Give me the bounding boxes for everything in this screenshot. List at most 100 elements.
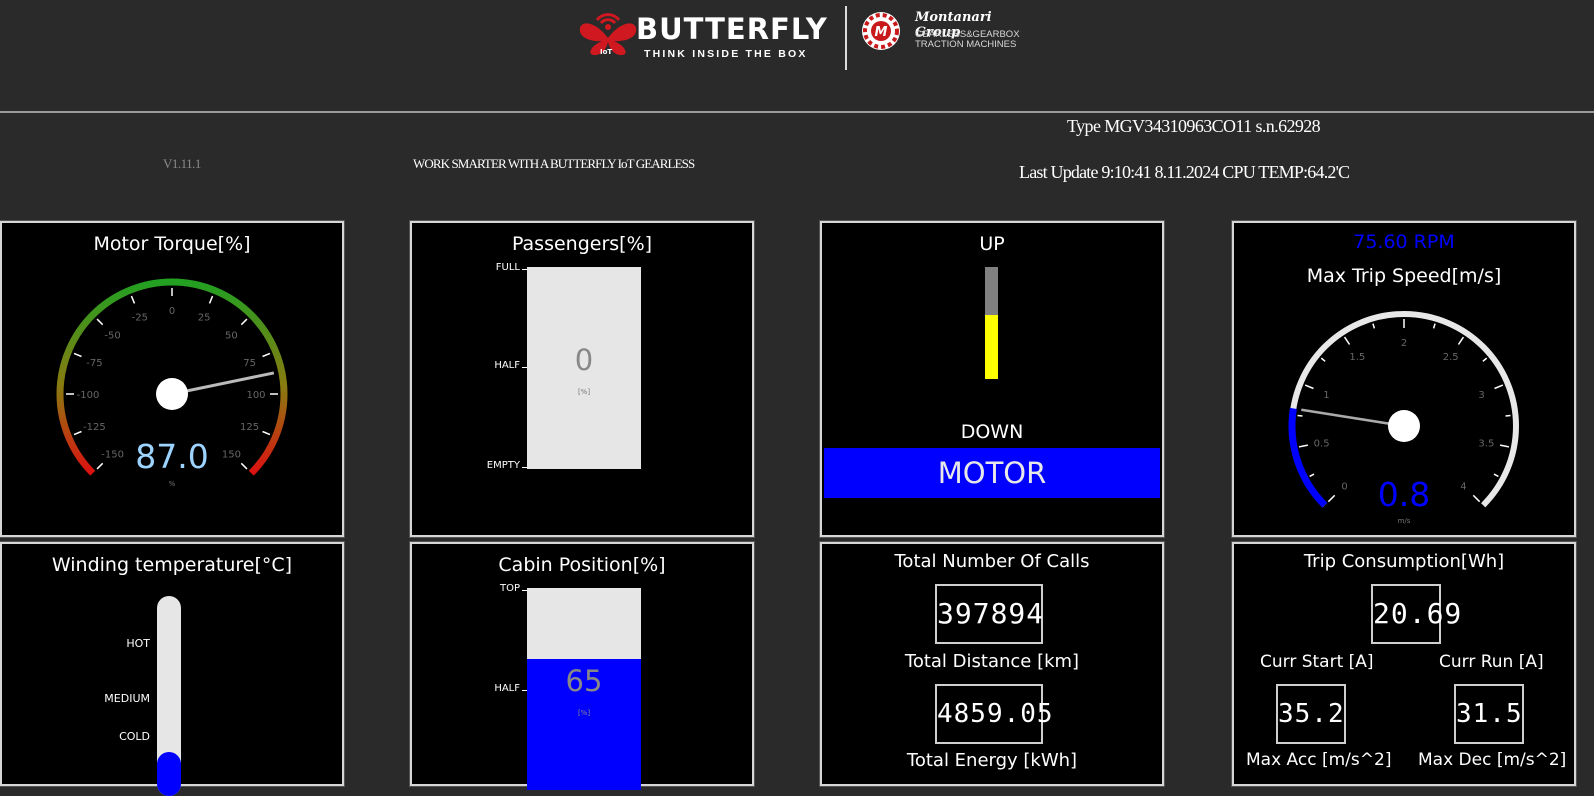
gauge-tick-label: 0 <box>169 306 175 317</box>
gauge-tick-label: 25 <box>198 312 211 323</box>
gauge-tick <box>1310 474 1314 476</box>
gauge-tick <box>210 296 213 303</box>
gauge-tick-label: -50 <box>104 331 120 342</box>
gauge-tick-label: 50 <box>225 331 238 342</box>
tick <box>522 367 527 368</box>
torque-value: 87.0 <box>122 437 222 476</box>
gauge-tick <box>1483 358 1487 361</box>
gauge-tick-label: 3 <box>1478 390 1484 401</box>
tagline-text: WORK SMARTER WITH A BUTTERFLY IoT GEARLE… <box>413 156 694 172</box>
gauge-tick-label: 4 <box>1460 481 1466 492</box>
speed-panel: 75.60 RPM Max Trip Speed[m/s] 00.511.522… <box>1232 221 1576 537</box>
gauge-tick-label: -100 <box>77 390 100 401</box>
calls-counter: 397894 <box>935 584 1043 644</box>
panel-title: Motor Torque[%] <box>2 233 342 255</box>
gauge-tick-label: 125 <box>240 422 259 433</box>
counters-panel: Total Number Of Calls 397894 Total Dista… <box>820 542 1164 786</box>
version-label: V1.11.1 <box>163 156 201 172</box>
temp-label-medium: MEDIUM <box>62 692 150 705</box>
curr-run-label: Curr Run [A] <box>1439 652 1544 672</box>
speed-unit: m/s <box>1354 517 1454 525</box>
passengers-panel: Passengers[%] 0 [%] FULL HALF EMPTY <box>410 221 754 537</box>
gauge-tick-label: 0 <box>1341 481 1347 492</box>
gauge-tick <box>1458 337 1463 344</box>
max-acc-label: Max Acc [m/s^2] <box>1246 750 1391 770</box>
gauge-tick <box>1299 445 1308 447</box>
gauge-tick <box>1328 495 1334 501</box>
calls-label: Total Number Of Calls <box>822 551 1162 572</box>
trip-consumption-counter: 20.69 <box>1371 584 1441 644</box>
direction-bar-fill <box>985 315 998 379</box>
panel-title: Cabin Position[%] <box>412 554 752 576</box>
curr-run-counter: 31.5 <box>1454 684 1524 744</box>
scale-label-half: HALF <box>472 683 520 694</box>
scale-label-top: TOP <box>472 583 520 594</box>
speed-value: 0.8 <box>1354 475 1454 514</box>
gauge-tick-label: -75 <box>86 358 102 369</box>
gauge-tick <box>1473 495 1479 501</box>
motor-torque-panel: Motor Torque[%] -150 -125 -100 -75 -50 -25 0 25… <box>0 221 344 537</box>
gauge-tick-label: -150 <box>101 449 124 460</box>
brand-divider <box>845 6 847 70</box>
iot-badge: IoT <box>600 48 612 56</box>
direction-panel: UP DOWN MOTOR <box>820 221 1164 537</box>
max-dec-label: Max Dec [m/s^2] <box>1418 750 1566 770</box>
winding-temperature-panel: Winding temperature[°C] HOT MEDIUM COLD <box>0 542 344 786</box>
rpm-readout: 75.60 RPM <box>1234 231 1574 253</box>
tick <box>522 590 527 591</box>
thermometer <box>157 596 181 796</box>
trip-consumption-panel: Trip Consumption[Wh] 20.69 Curr Start [A… <box>1232 542 1576 786</box>
gauge-tick <box>1495 385 1503 388</box>
scale-label-empty: EMPTY <box>462 460 520 471</box>
tick <box>522 467 527 468</box>
gauge-hub <box>156 378 188 410</box>
gauge-tick <box>97 463 103 469</box>
gauge-tick <box>1373 324 1374 329</box>
partner-line2: TRACTION MACHINES <box>915 40 1016 50</box>
cabin-position-panel: Cabin Position[%] 65 [%] TOP HALF <box>410 542 754 786</box>
montanari-emblem-icon: M <box>860 10 902 52</box>
gauge-tick-label: 150 <box>222 449 241 460</box>
gauge-tick <box>1434 324 1435 329</box>
gauge-tick <box>1345 337 1350 344</box>
header-divider <box>0 111 1594 113</box>
gauge-tick-label: 75 <box>243 358 256 369</box>
gauge-tick <box>263 353 270 356</box>
butterfly-logo: IoT BUTTERFLY THINK INSIDE THE BOX <box>578 8 840 58</box>
gauge-tick-label: 2.5 <box>1443 352 1459 363</box>
gauge-tick <box>74 353 81 356</box>
torque-gauge: -150-125-100-75-50-250255075100125150 <box>2 263 342 533</box>
curr-start-label: Curr Start [A] <box>1260 652 1374 672</box>
montanari-logo: M Montanari Group GEARLESS&GEARBOX TRACT… <box>860 10 1040 54</box>
direction-bar <box>985 267 998 379</box>
gauge-tick <box>74 432 81 435</box>
gauge-tick-label: 2 <box>1401 338 1407 349</box>
gauge-tick <box>131 296 134 303</box>
scale-label-half: HALF <box>472 360 520 371</box>
gauge-value-arc <box>1292 408 1325 505</box>
scale-label-full: FULL <box>472 262 520 273</box>
cabin-value: 65 <box>527 664 641 698</box>
machine-type-serial: Type MGV34310963CO11 s.n.62928 <box>1067 116 1320 137</box>
gauge-tick <box>263 432 270 435</box>
brand-tagline: THINK INSIDE THE BOX <box>644 48 808 60</box>
gauge-tick-label: 1.5 <box>1349 352 1365 363</box>
gauge-tick <box>1305 385 1313 388</box>
up-label: UP <box>822 233 1162 255</box>
gauge-tick <box>241 319 247 325</box>
panel-title: Max Trip Speed[m/s] <box>1234 265 1574 287</box>
panel-title: Passengers[%] <box>412 233 752 255</box>
motor-mode-badge: MOTOR <box>824 448 1160 498</box>
gauge-tick <box>241 463 247 469</box>
gauge-tick <box>97 319 103 325</box>
panel-title: Trip Consumption[Wh] <box>1234 551 1574 572</box>
tick <box>522 690 527 691</box>
down-label: DOWN <box>822 421 1162 443</box>
gauge-tick-label: -25 <box>132 312 148 323</box>
last-update-status: Last Update 9:10:41 8.11.2024 CPU TEMP:6… <box>1019 162 1349 183</box>
temp-label-cold: COLD <box>62 730 150 743</box>
passengers-value: 0 <box>527 343 641 377</box>
distance-counter: 4859.05 <box>935 684 1043 744</box>
brand-title: BUTTERFLY <box>636 12 828 46</box>
gauge-tick-label: -125 <box>83 422 106 433</box>
